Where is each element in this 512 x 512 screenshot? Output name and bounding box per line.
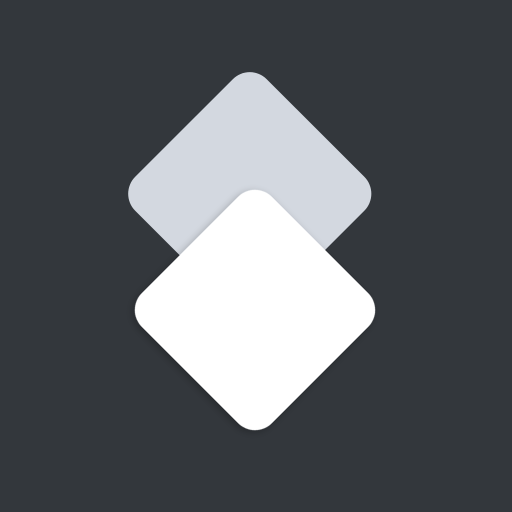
app-icon-canvas bbox=[0, 0, 512, 512]
stacked-layers-icon bbox=[128, 72, 376, 431]
